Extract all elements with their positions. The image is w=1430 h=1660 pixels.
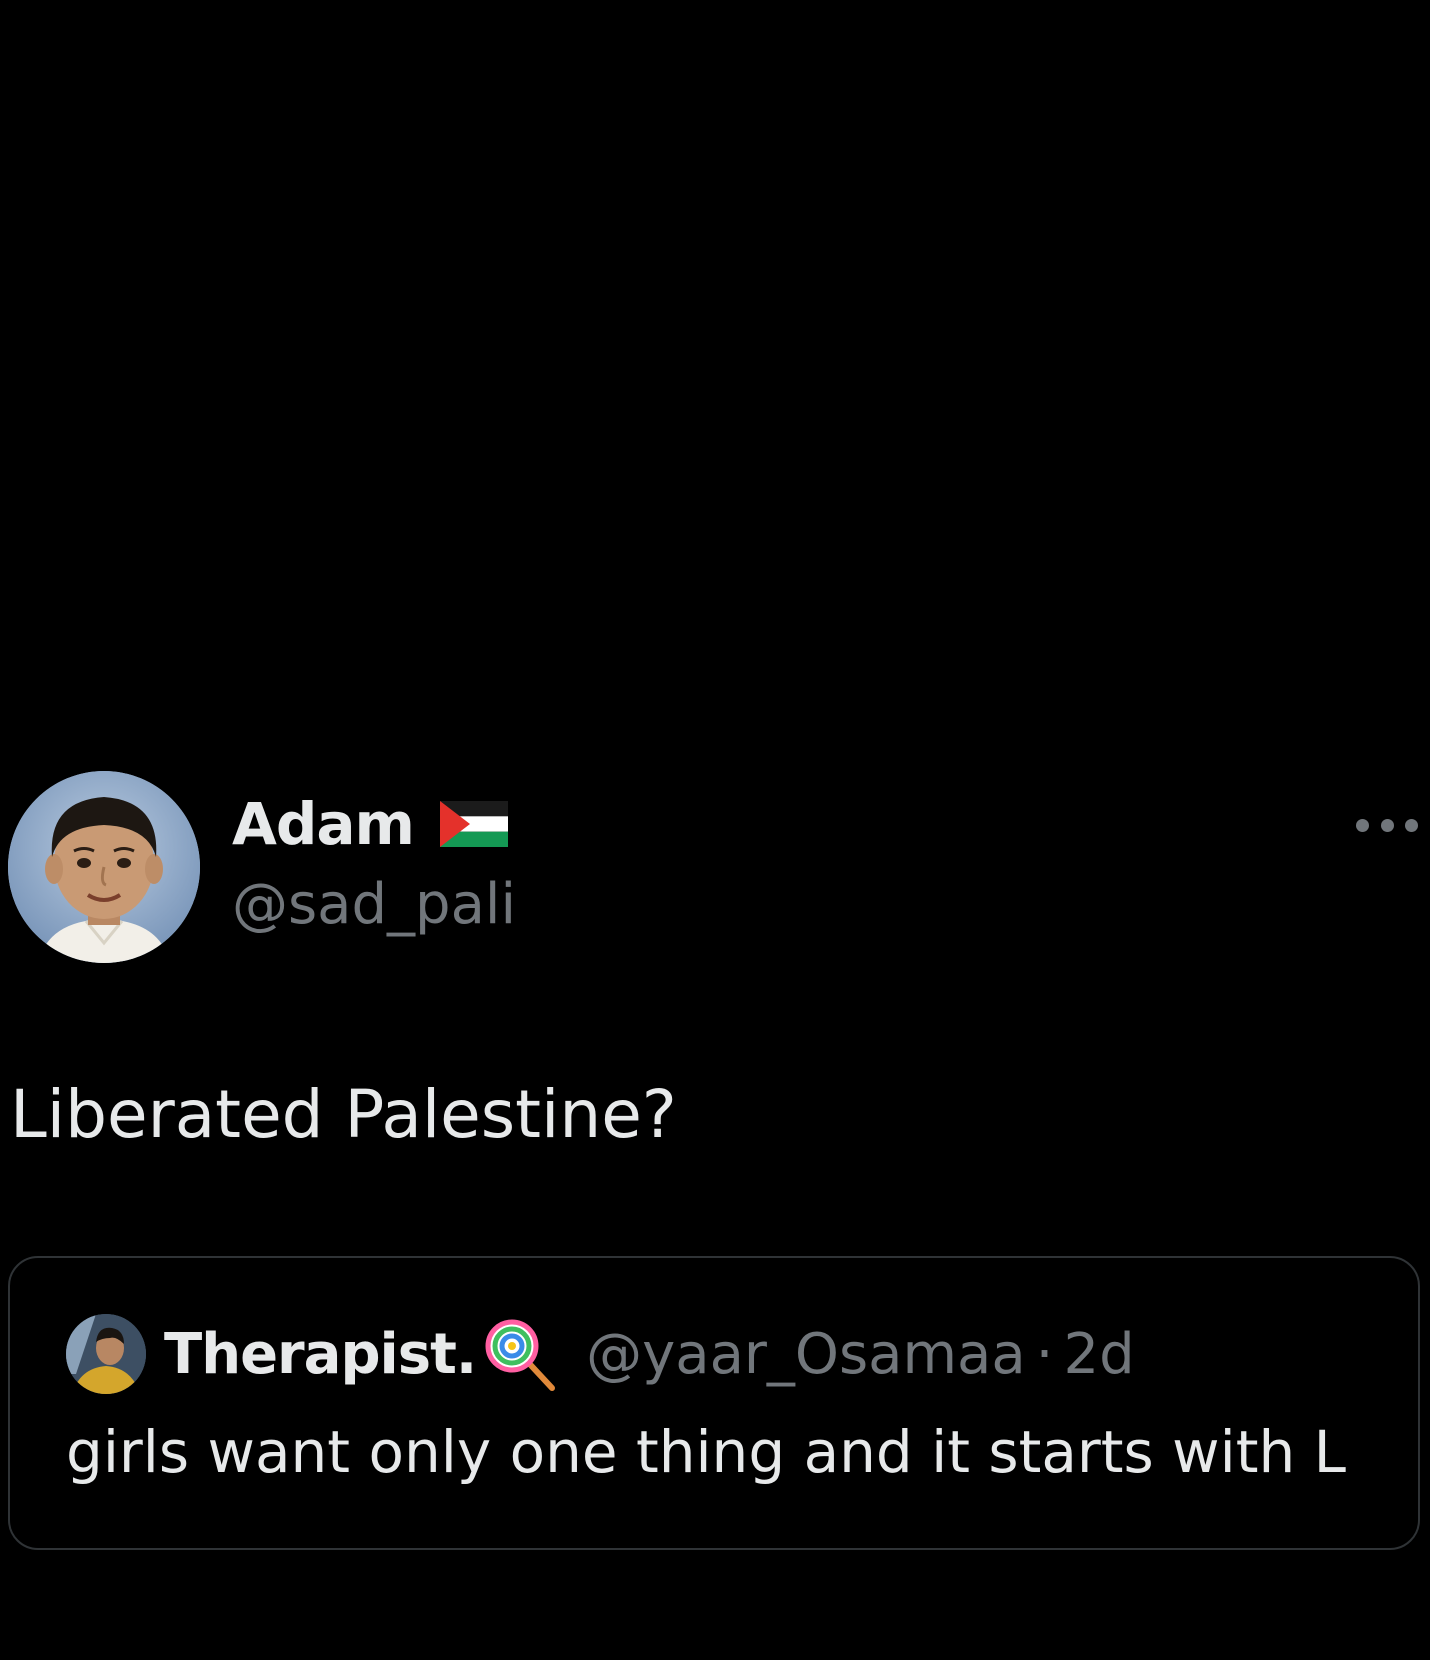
- lollipop-icon: [485, 1319, 556, 1391]
- author-display-name[interactable]: Adam: [232, 790, 415, 858]
- more-options-button[interactable]: [1356, 810, 1418, 840]
- separator-dot: ·: [1035, 1321, 1054, 1387]
- more-horizontal-icon: [1405, 818, 1418, 832]
- quoted-tweet-header: Therapist. @yaar_Osamaa · 2d: [66, 1312, 1135, 1396]
- quoted-author-handle[interactable]: @yaar_Osamaa: [586, 1322, 1026, 1387]
- tweet: Adam @sad_pali Liberated Palestine? Ther…: [0, 0, 1430, 1660]
- quoted-author-display-name[interactable]: Therapist.: [164, 1322, 477, 1387]
- author-handle[interactable]: @sad_pali: [232, 872, 516, 937]
- more-horizontal-icon: [1356, 818, 1369, 832]
- quoted-author-avatar[interactable]: [66, 1314, 146, 1394]
- quoted-tweet-text: girls want only one thing and it starts …: [66, 1418, 1346, 1486]
- author-avatar[interactable]: [8, 771, 200, 963]
- more-horizontal-icon: [1380, 818, 1394, 832]
- quoted-tweet-timestamp[interactable]: 2d: [1063, 1322, 1134, 1387]
- author-name-row: Adam: [232, 788, 508, 860]
- palestine-flag-icon: [439, 801, 508, 847]
- quoted-tweet[interactable]: Therapist. @yaar_Osamaa · 2d girls want …: [8, 1256, 1420, 1550]
- tweet-text: Liberated Palestine?: [10, 1076, 677, 1153]
